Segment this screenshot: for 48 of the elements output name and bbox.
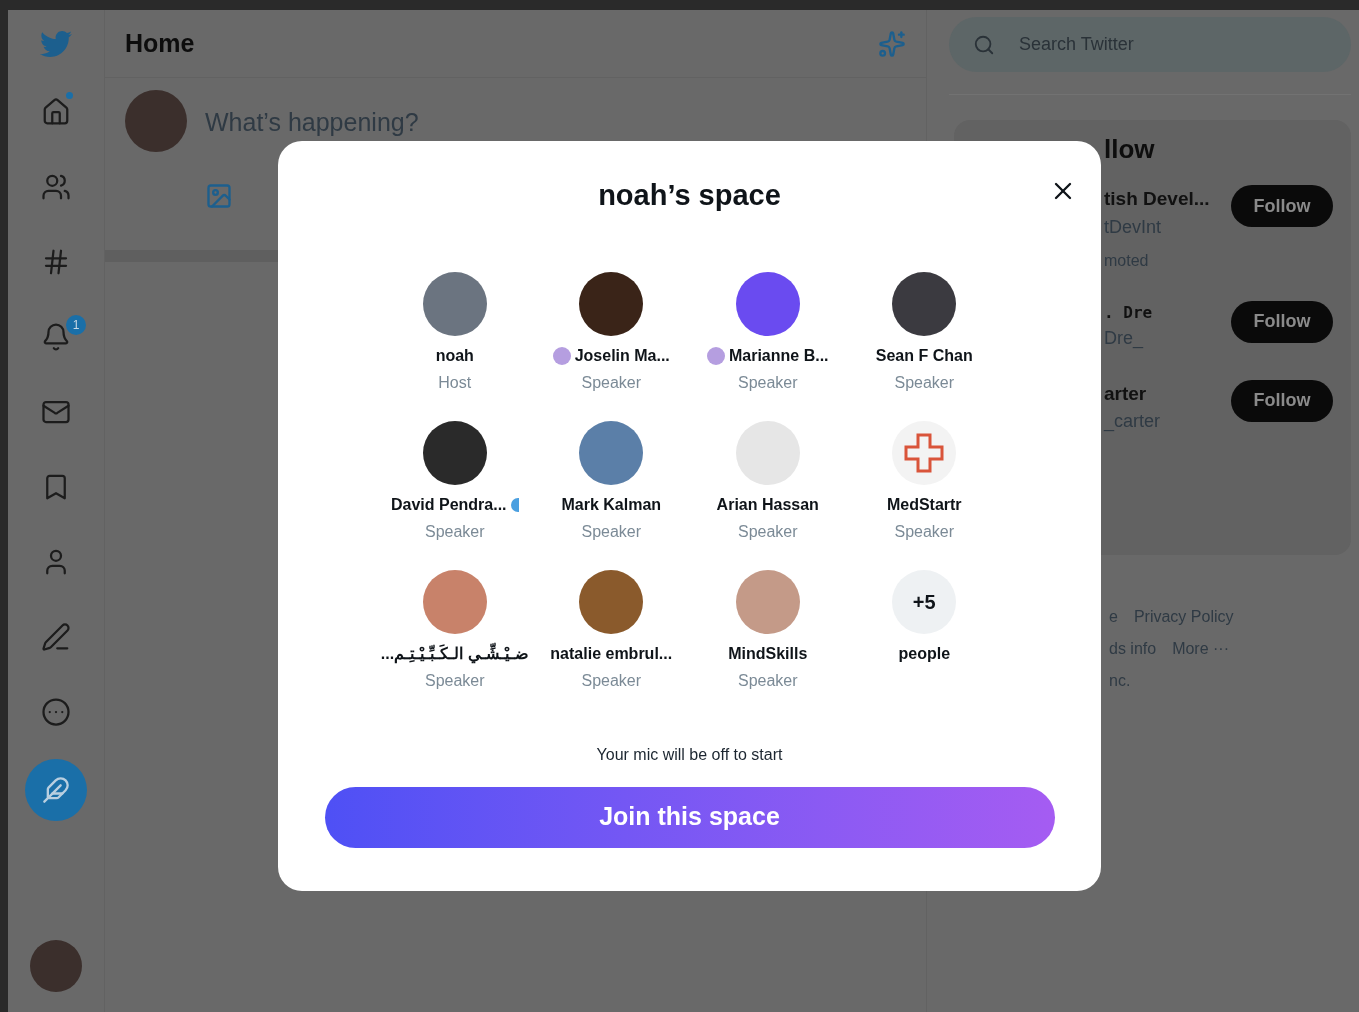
participant-name: natalie embrul... [550, 643, 673, 664]
participant-name: Marianne B... [728, 345, 829, 366]
participant-name: noah [435, 345, 474, 366]
participant-name: Mark Kalman [561, 494, 662, 515]
follow-button[interactable]: Follow [1231, 300, 1333, 343]
pen-icon[interactable] [41, 621, 71, 652]
participant-role: Speaker [737, 521, 798, 542]
participant-role: Speaker [581, 521, 642, 542]
participant-role: Host [438, 372, 472, 393]
participant-role: Speaker [894, 521, 955, 542]
page-title: Home [125, 27, 195, 59]
participant-name: Arian Hassan [716, 494, 819, 515]
join-button[interactable]: Join this space [324, 786, 1055, 848]
follow-button[interactable]: Follow [1231, 185, 1333, 227]
participant-role: Speaker [737, 372, 798, 393]
participant-name: Joselin Ma... [574, 345, 670, 366]
notification-badge: 1 [66, 315, 86, 335]
home-icon[interactable] [41, 96, 71, 127]
search-icon [973, 33, 995, 56]
participant-name: Sean F Chan [875, 345, 973, 366]
participant-role: Speaker [424, 521, 485, 542]
compose-field[interactable]: What’s happening? [205, 104, 725, 142]
bell-icon[interactable] [41, 321, 71, 352]
participant-name: people [898, 643, 951, 664]
follow-button[interactable]: Follow [1231, 379, 1333, 422]
card-title: llow [1104, 134, 1155, 164]
participant-role: Speaker [581, 372, 642, 393]
more-icon[interactable] [41, 696, 71, 727]
participant-role: Speaker [581, 670, 642, 691]
dialog-title: noah’s space [598, 178, 781, 213]
account-name[interactable]: . Dre [1104, 300, 1153, 325]
footer-link[interactable]: More ··· [1172, 637, 1230, 661]
participant-name: MindSkills [728, 643, 808, 664]
footer-link[interactable]: e [1109, 605, 1118, 629]
participant-name: ...ضـيْـشِّـي الـكَـبِّـيْـتِـم [380, 641, 529, 666]
account-name[interactable]: tish Devel... [1104, 185, 1210, 214]
mic-note: Your mic will be off to start [596, 744, 783, 765]
footer-link[interactable]: Privacy Policy [1133, 605, 1234, 629]
feather-icon [42, 776, 70, 804]
participant-role: Speaker [737, 670, 798, 691]
participant-role: Speaker [424, 670, 485, 691]
participant-role: Speaker [894, 372, 955, 393]
participant-name: MedStartr [886, 494, 962, 515]
footer-link[interactable]: nc. [1109, 669, 1131, 693]
footer-link[interactable]: ds info [1109, 637, 1157, 661]
participant-name: David Pendra... [390, 494, 507, 515]
account-name[interactable]: arter [1104, 379, 1161, 408]
avatar-placeholder[interactable] [30, 940, 82, 992]
